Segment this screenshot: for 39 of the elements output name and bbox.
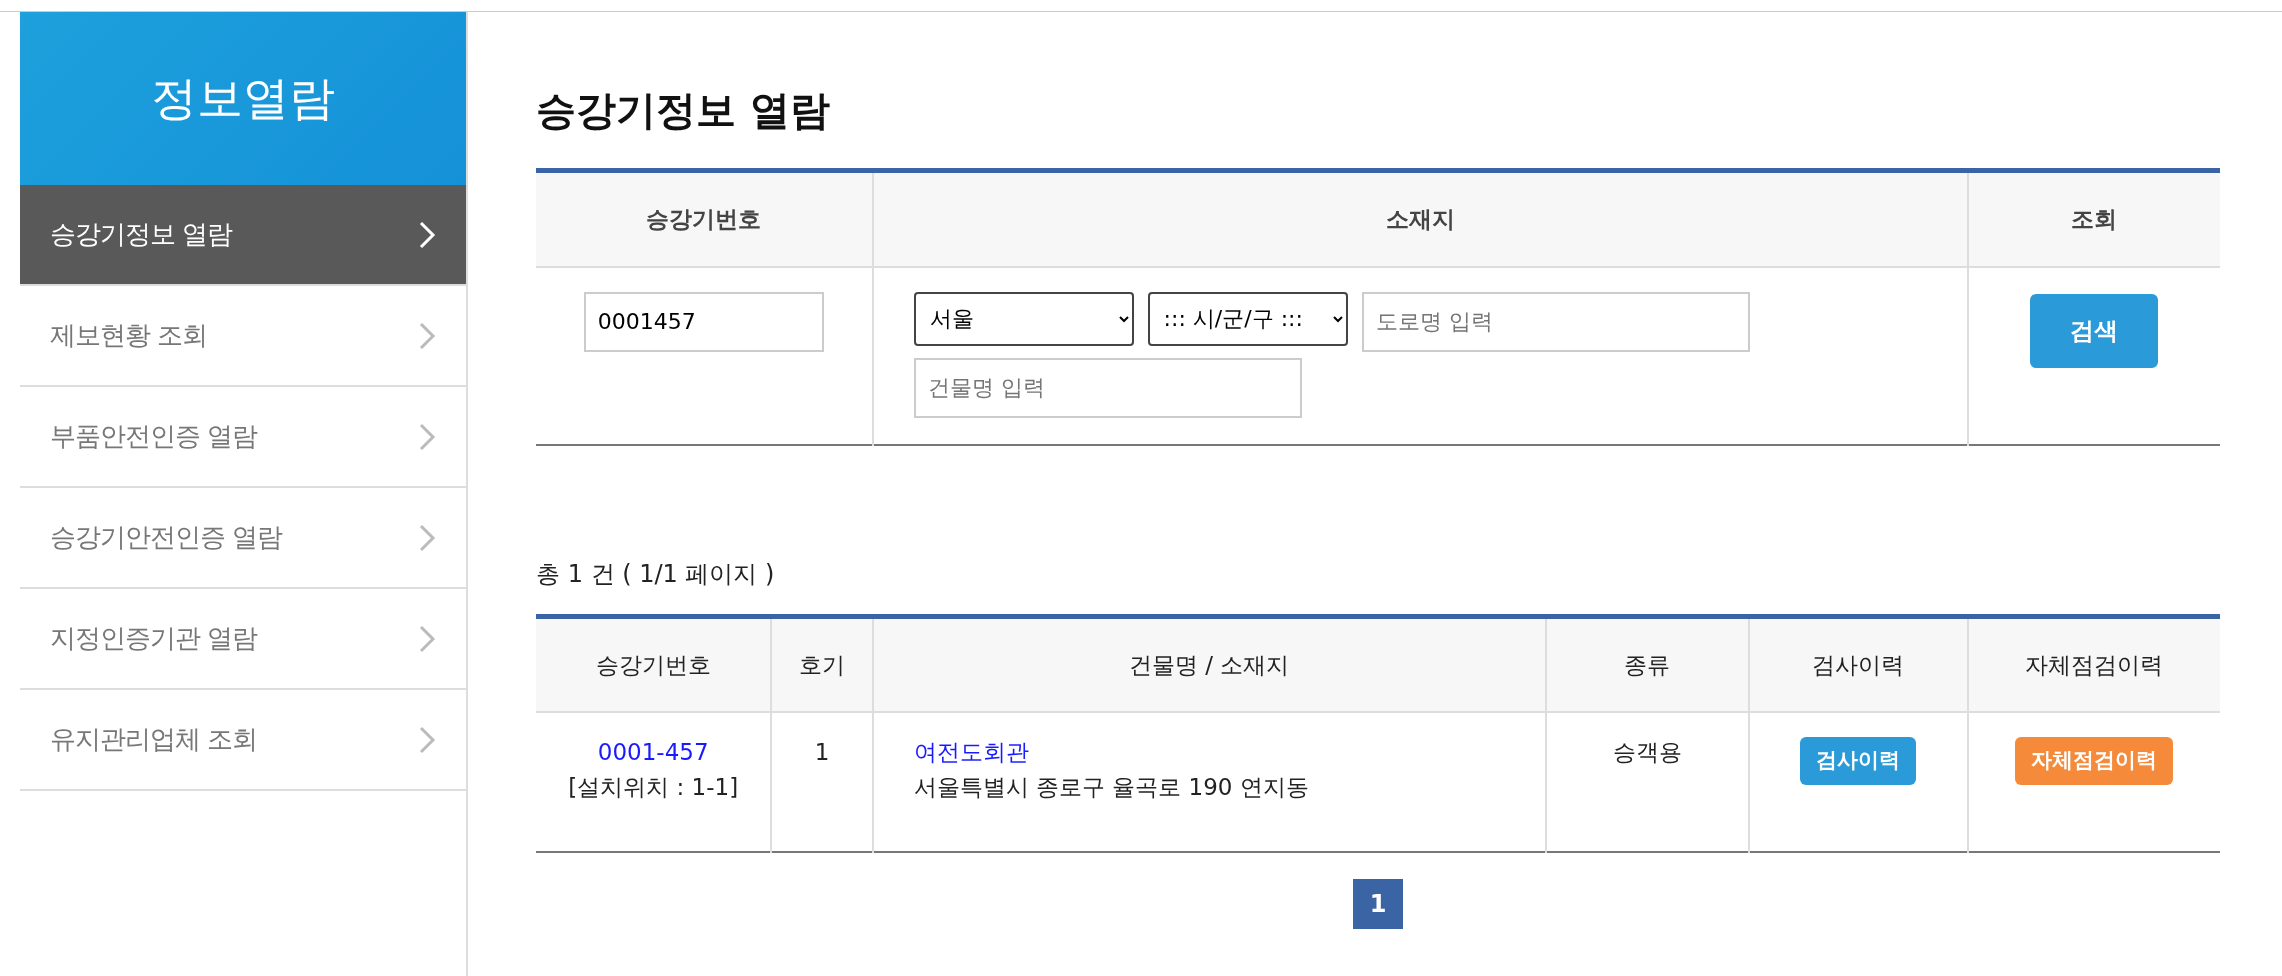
chevron-right-icon xyxy=(418,623,436,654)
unit-number: 1 xyxy=(814,739,830,765)
region-select[interactable]: 서울 xyxy=(913,291,1134,346)
sidebar-item[interactable]: 승강기안전인증 열람 xyxy=(20,488,466,589)
sidebar-item[interactable]: 지정인증기관 열람 xyxy=(20,589,466,690)
install-location: [설치위치 : 1-1] xyxy=(568,773,739,800)
chevron-right-icon xyxy=(418,320,436,351)
chevron-right-icon xyxy=(418,219,436,250)
sidebar-title: 정보열람 xyxy=(20,12,466,185)
elevator-type: 승객용 xyxy=(1612,739,1682,765)
inspection-history-button[interactable]: 검사이력 xyxy=(1800,737,1917,785)
column-header: 호기 xyxy=(771,616,873,712)
chevron-right-icon xyxy=(418,522,436,553)
column-header: 건물명 / 소재지 xyxy=(872,616,1546,712)
column-header: 승강기번호 xyxy=(536,616,772,712)
elevator-number-field[interactable]: 0001457 xyxy=(583,291,824,352)
road-name-field[interactable]: 도로명 입력 xyxy=(1361,291,1750,352)
self-check-history-button[interactable]: 자체점검이력 xyxy=(2015,737,2174,785)
building-name-link[interactable]: 여전도회관 xyxy=(913,739,1029,765)
sidebar-item[interactable]: 승강기정보 열람 xyxy=(20,185,466,286)
column-header: 검사이력 xyxy=(1749,616,1968,712)
column-header: 조회 xyxy=(1967,170,2220,267)
chevron-right-icon xyxy=(418,724,436,755)
column-header: 승강기번호 xyxy=(536,170,873,267)
building-name-field[interactable]: 건물명 입력 xyxy=(913,357,1302,418)
district-select[interactable]: ::: 시/군/구 ::: xyxy=(1147,291,1348,346)
sidebar-item[interactable]: 유지관리업체 조회 xyxy=(20,690,466,791)
address-text: 서울특별시 종로구 율곡로 190 연지동 xyxy=(913,773,1309,800)
search-button[interactable]: 검색 xyxy=(2030,293,2159,368)
page-button[interactable]: 1 xyxy=(1353,879,1403,929)
result-count: 총 1 건 ( 1/1 페이지 ) xyxy=(536,558,776,590)
chevron-right-icon xyxy=(418,421,436,452)
page-title: 승강기정보 열람 xyxy=(536,86,831,135)
column-header: 종류 xyxy=(1545,616,1750,712)
sidebar-item[interactable]: 제보현황 조회 xyxy=(20,286,466,387)
column-header: 자체점검이력 xyxy=(1967,616,2220,712)
sidebar-item[interactable]: 부품안전인증 열람 xyxy=(20,387,466,488)
elevator-number-link[interactable]: 0001-457 xyxy=(597,739,709,765)
column-header: 소재지 xyxy=(872,170,1968,267)
